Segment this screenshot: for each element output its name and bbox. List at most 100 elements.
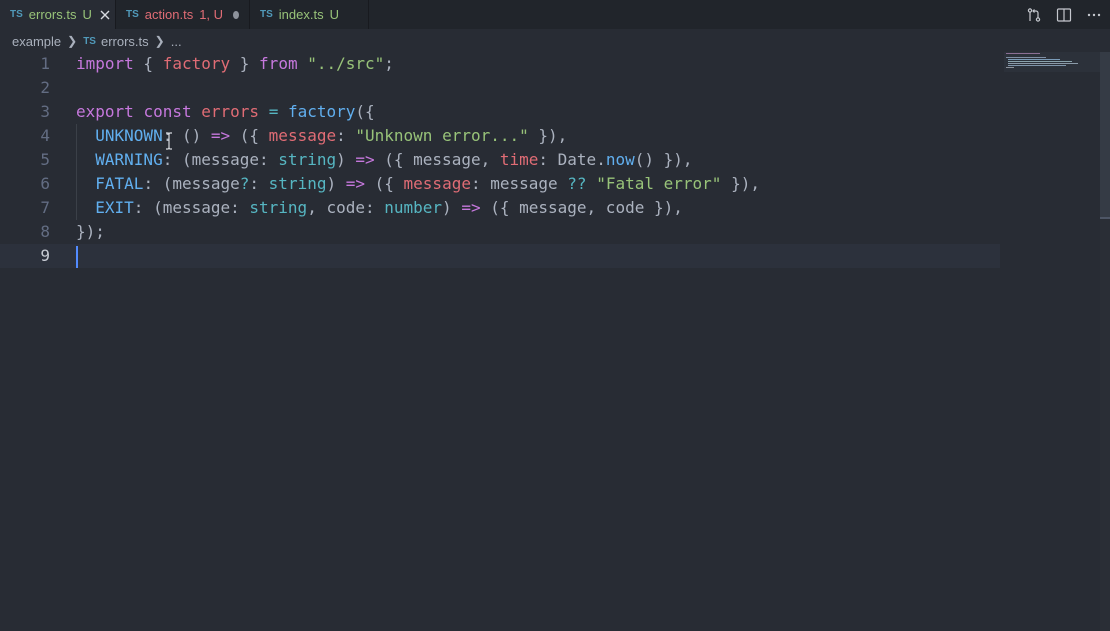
chevron-right-icon: ❯ [154,34,165,48]
line-number: 8 [40,222,50,241]
code-token: ({ [365,174,404,193]
overview-ruler-mark [1100,217,1110,219]
code-token: ) [326,174,346,193]
code-token: , code: [307,198,385,217]
breadcrumb-symbols[interactable]: ... [171,34,182,49]
code-token: number [384,198,443,217]
line-number: 6 [40,174,50,193]
breadcrumb: example ❯ TS errors.ts ❯ ... [0,29,1100,53]
code-token: }), [721,174,760,193]
tab-errors-ts[interactable]: TS errors.ts U [0,0,116,29]
breadcrumb-file[interactable]: errors.ts [101,34,149,49]
code-token: export [76,102,134,121]
tab-index-ts[interactable]: TS index.ts U [250,0,369,29]
text-cursor [76,246,78,268]
code-line[interactable]: 2 [0,76,1000,100]
code-token: : [249,174,269,193]
code-token: () }), [634,150,693,169]
line-number: 2 [40,78,50,97]
breadcrumb-folder[interactable]: example [12,34,61,49]
scrollbar-thumb[interactable] [1100,52,1110,218]
minimap[interactable] [1004,52,1100,72]
line-code: WARNING: (message: string) => ({ message… [76,148,693,172]
code-token: ({ message, code }), [480,198,683,217]
code-token: FATAL [95,174,144,193]
line-code: EXIT: (message: string, code: number) =>… [76,196,683,220]
code-token: : (message: [162,150,279,169]
code-token: "Fatal error" [596,174,722,193]
code-token: => [345,174,365,193]
code-token: => [210,126,231,145]
code-line[interactable]: 9 [0,244,1000,268]
code-token: "Unknown error..." [355,126,529,145]
code-token: ) [442,198,462,217]
code-token: const [143,102,192,121]
unsaved-dot-icon[interactable] [233,10,239,19]
code-line[interactable]: 6 FATAL: (message?: string) => ({ messag… [0,172,1000,196]
code-token: "../src" [307,54,385,73]
code-line[interactable]: 4 UNKNOWN: () => ({ message: "Unknown er… [0,124,1000,148]
line-number: 1 [40,54,50,73]
typescript-file-icon: TS [10,9,23,20]
code-token: : [336,126,356,145]
line-code: FATAL: (message?: string) => ({ message:… [76,172,760,196]
code-editor[interactable]: 9 8}); 7 EXIT: (message: string, code: num… [0,52,1100,631]
line-number: 3 [40,102,50,121]
tab-status: 1, U [199,7,224,22]
code-token: string [278,150,337,169]
tab-label: index.ts [278,7,324,22]
close-icon[interactable] [100,9,110,21]
code-token: : (message: [133,198,250,217]
code-token: errors [201,102,260,121]
indent-guide [76,124,77,220]
tab-action-ts[interactable]: TS action.ts 1, U [116,0,250,29]
code-token: message [268,126,337,145]
code-token: { [133,54,163,73]
line-number: 5 [40,150,50,169]
line-code: import { factory } from "../src"; [76,52,394,76]
tab-status: U [329,7,339,22]
code-token: ({ [355,102,375,121]
code-line[interactable]: 1 import { factory } from "../src"; [0,52,1000,76]
code-token: = [268,102,279,121]
code-token: ({ [230,126,269,145]
code-token: time [499,150,539,169]
editor-actions [1026,0,1102,29]
split-editor-icon[interactable] [1056,7,1072,23]
code-token: : Date. [538,150,606,169]
code-token: now [605,150,635,169]
code-line[interactable]: 7 EXIT: (message: string, code: number) … [0,196,1000,220]
code-token: factory [162,54,231,73]
code-line[interactable]: 5 WARNING: (message: string) => ({ messa… [0,148,1000,172]
tab-label: action.ts [144,7,194,22]
source-control-compare-icon[interactable] [1026,7,1042,23]
code-token: }), [528,126,568,145]
code-token: EXIT [95,198,134,217]
code-token: UNKNOWN [95,126,163,145]
tab-status: U [82,7,92,22]
code-token: WARNING [95,150,163,169]
code-token: ; [384,54,394,73]
code-token: ?? [567,174,587,193]
code-line[interactable]: 8}); [0,220,1000,244]
line-number: 9 [40,246,50,265]
code-token: factory [287,102,356,121]
code-token: message [403,174,471,193]
code-token: ({ message, [374,150,500,169]
line-number: 4 [40,126,50,145]
code-token: from [259,54,298,73]
line-code: }); [76,220,105,244]
more-actions-icon[interactable] [1086,7,1102,23]
code-line[interactable]: 3 export const errors = factory({ [0,100,1000,124]
typescript-file-icon: TS [260,9,273,20]
line-code: UNKNOWN: () => ({ message: "Unknown erro… [76,124,567,148]
